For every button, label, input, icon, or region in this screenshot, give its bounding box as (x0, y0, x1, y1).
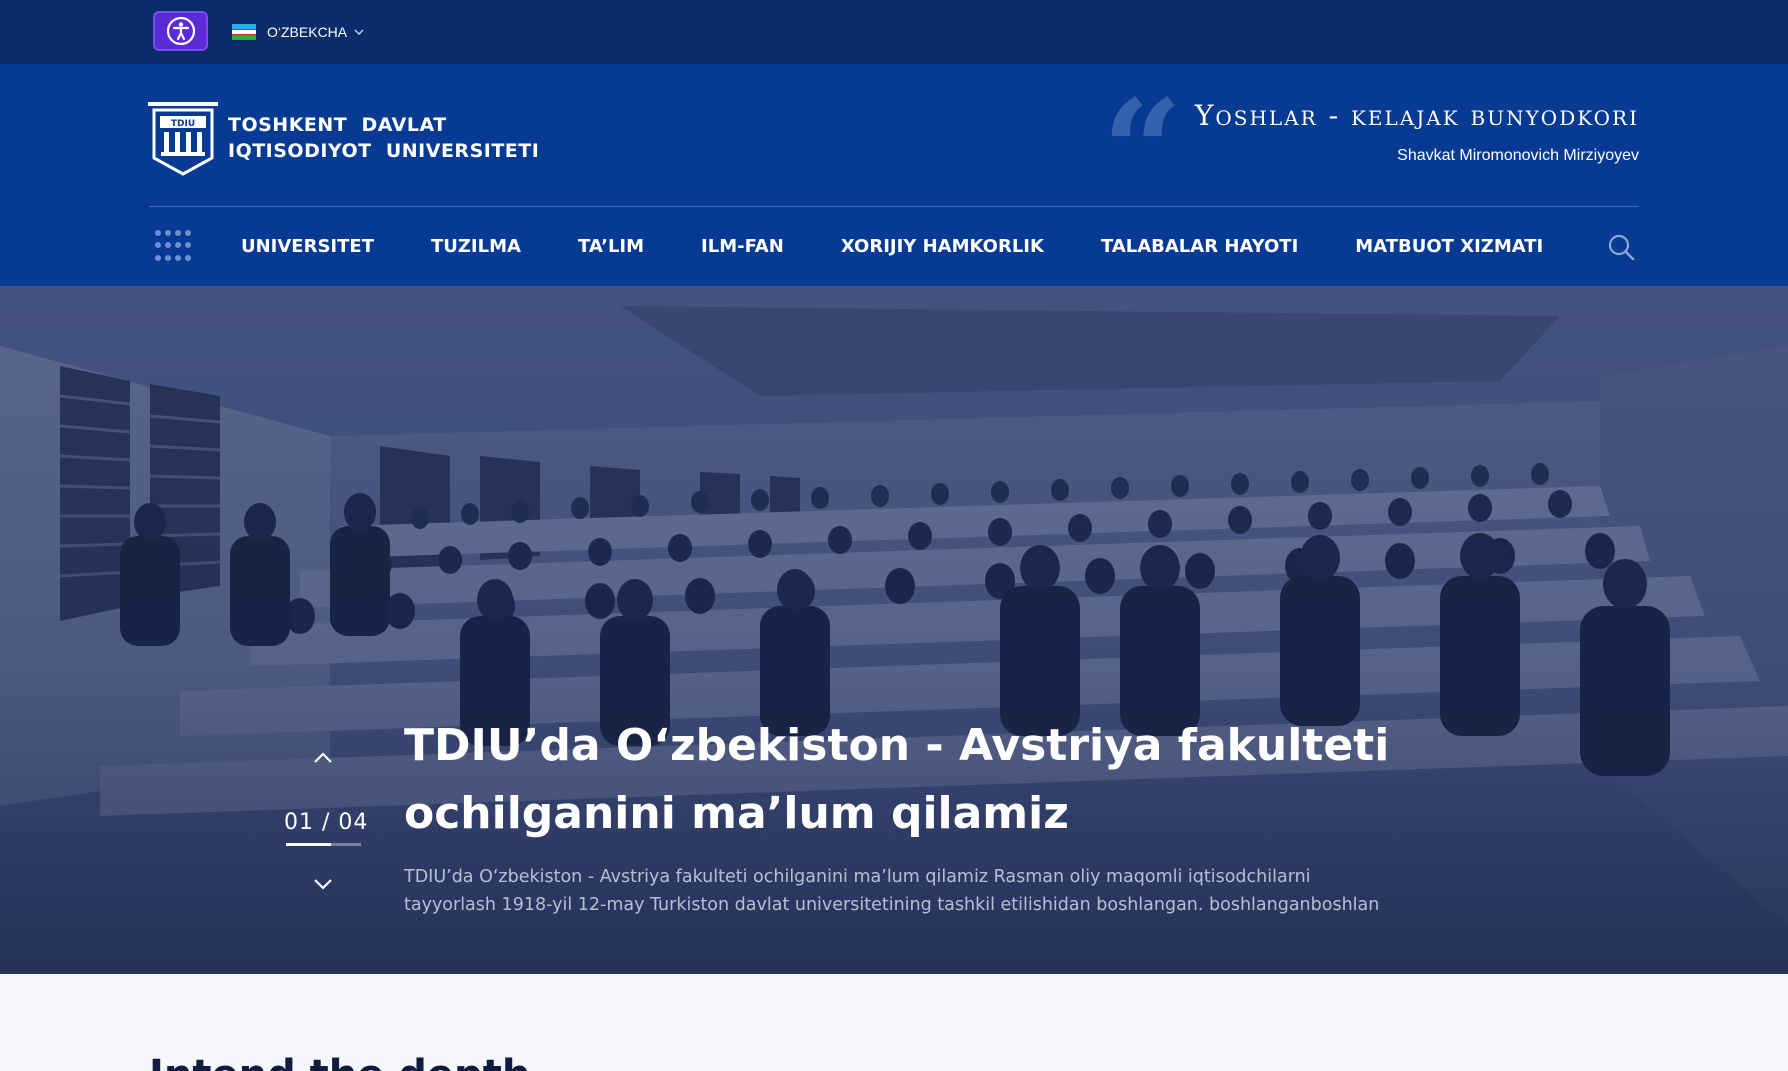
logo-line-2: IQTISODIYOT UNIVERSITETI (228, 140, 540, 162)
nav-item-matbuot-xizmati[interactable]: MATBUOT XIZMATI (1355, 236, 1543, 257)
chevron-down-icon (354, 29, 364, 35)
university-logo[interactable]: TDIU TOSHKENT DAVLAT IQTISODIYOT UNIVERS… (148, 100, 539, 176)
motto-author: Shavkat Miromonovich Mirziyoyev (1397, 147, 1639, 164)
language-selector[interactable]: O‘ZBEKCHA (232, 20, 365, 44)
quote-mark-icon: “ (1102, 70, 1183, 234)
accessibility-icon (166, 16, 195, 46)
tdiu-emblem-icon: TDIU (148, 102, 218, 176)
nav-item-talim[interactable]: TA’LIM (578, 236, 644, 257)
grid-menu-icon[interactable] (155, 229, 191, 264)
section-heading: Intend the depth (149, 1052, 530, 1071)
slide-counter: 01 / 04 (284, 810, 369, 835)
chevron-up-icon[interactable] (311, 746, 335, 770)
top-bar: O‘ZBEKCHA (0, 0, 1788, 64)
accessibility-button[interactable] (153, 11, 208, 51)
nav-item-universitet[interactable]: UNIVERSITET (241, 236, 374, 257)
nav-item-tuzilma[interactable]: TUZILMA (431, 236, 521, 257)
main-nav: UNIVERSITET TUZILMA TA’LIM ILM-FAN XORIJ… (149, 207, 1639, 286)
content-section: Intend the depth (0, 974, 1788, 1071)
slide-progress (285, 843, 361, 846)
hero-description: TDIU’da O‘zbekiston - Avstriya fakulteti… (404, 867, 1380, 915)
hero-slider: 01 / 04 TDIU’da O‘zbekiston - Avstriya f… (0, 286, 1788, 974)
chevron-down-icon[interactable] (311, 872, 335, 896)
uzbekistan-flag-icon (232, 24, 256, 41)
nav-item-talabalar-hayoti[interactable]: TALABALAR HAYOTI (1101, 236, 1298, 257)
slider-controls: 01 / 04 (284, 746, 369, 896)
motto: Yoshlar - kelajak bunyodkori (1194, 99, 1639, 132)
slide-progress-fill (285, 843, 331, 846)
svg-text:TDIU: TDIU (171, 119, 195, 129)
nav-item-ilm-fan[interactable]: ILM-FAN (701, 236, 784, 257)
site-header: TDIU TOSHKENT DAVLAT IQTISODIYOT UNIVERS… (0, 64, 1788, 286)
nav-item-xorijiy-hamkorlik[interactable]: XORIJIY HAMKORLIK (841, 236, 1044, 257)
language-label: O‘ZBEKCHA (267, 24, 348, 40)
hero-title[interactable]: TDIU’da O‘zbekiston - Avstriya fakulteti… (404, 712, 1404, 848)
search-icon[interactable] (1607, 233, 1635, 261)
logo-line-1: TOSHKENT DAVLAT (228, 114, 447, 136)
